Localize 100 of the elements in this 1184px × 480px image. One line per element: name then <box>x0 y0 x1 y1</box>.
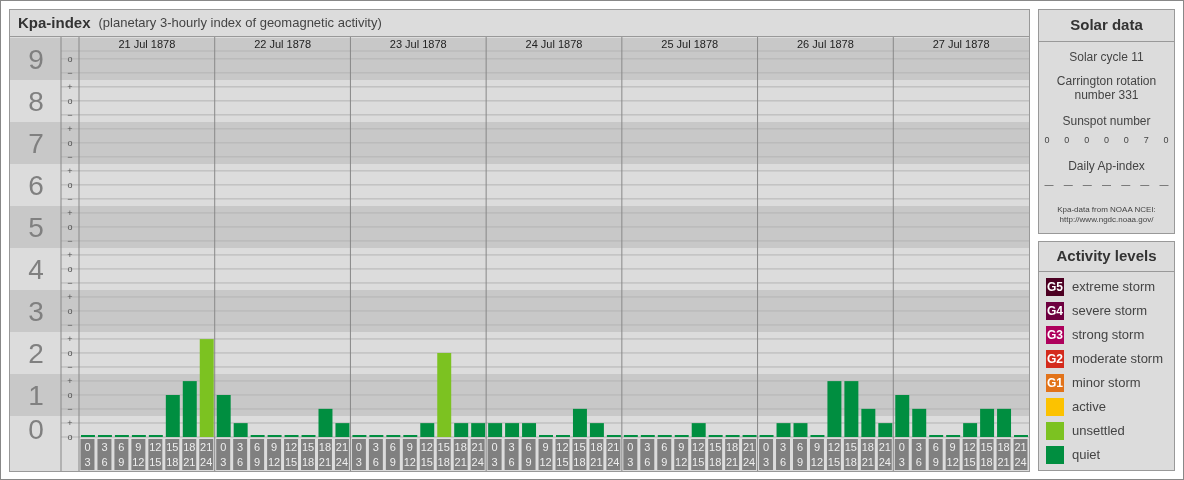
kp-minor-mark: − <box>67 193 73 204</box>
x-tick-label: 6 9 <box>389 441 396 468</box>
level-label: active <box>1072 397 1106 416</box>
time-slot-label: 18 21 <box>860 439 875 470</box>
ap-value: — <box>1082 179 1092 192</box>
kp-minor-mark: + <box>67 249 73 260</box>
x-tick-label: 3 6 <box>101 441 108 468</box>
x-tick-label: 3 6 <box>915 441 922 468</box>
level-label: unsettled <box>1072 421 1125 440</box>
sunspot-value: 0 <box>1044 133 1050 147</box>
sunspot-value: 0 <box>1064 133 1070 147</box>
kp-minor-mark: o <box>67 390 73 400</box>
time-slot-label: 18 21 <box>996 439 1011 470</box>
kp-minor-mark: − <box>67 109 73 120</box>
day-label: 27 Jul 1878 <box>932 38 990 50</box>
time-slot-label: 12 15 <box>284 439 299 470</box>
level-label: severe storm <box>1072 301 1148 320</box>
day-label: 22 Jul 1878 <box>254 38 311 50</box>
kp-minor-mark: o <box>67 347 73 358</box>
kp-minor-mark: − <box>67 235 73 246</box>
day-label: 24 Jul 1878 <box>525 38 583 50</box>
time-slot-label: 15 18 <box>979 439 994 470</box>
time-slot-label: 21 24 <box>334 439 349 470</box>
time-slot-label: 3 6 <box>97 439 112 470</box>
kp-axis-label: 9 <box>28 43 44 75</box>
ap-value: — <box>1044 179 1054 192</box>
time-slot-label: 21 24 <box>742 439 757 470</box>
kp-minor-mark: o <box>67 53 73 64</box>
panel-title: Solar data <box>1039 10 1174 42</box>
time-slot-label: 15 18 <box>165 439 180 470</box>
time-slot-label: 0 3 <box>216 439 231 470</box>
sunspot-value: 7 <box>1143 133 1149 147</box>
level-label: quiet <box>1072 445 1101 464</box>
kp-minor-mark: − <box>67 151 73 162</box>
x-tick-label: 0 3 <box>627 441 634 468</box>
time-slot-label: 0 3 <box>487 439 502 470</box>
ap-index-label: Daily Ap-index <box>1068 158 1145 175</box>
x-tick-label: 6 9 <box>525 441 532 468</box>
kp-minor-mark: + <box>67 418 73 428</box>
source-link[interactable]: http://www.ngdc.noaa.gov/ <box>1059 214 1154 225</box>
time-slot-label: 3 6 <box>233 439 248 470</box>
time-slot-label: 15 18 <box>708 439 723 470</box>
x-tick-label: 6 9 <box>932 441 939 468</box>
carrington-rotation-text: Carrington rotation number 331 <box>1055 73 1158 102</box>
kp-minor-mark: + <box>67 333 73 344</box>
day-label: 23 Jul 1878 <box>389 38 447 50</box>
kp-minor-mark: o <box>67 305 73 316</box>
time-slot-label: 12 15 <box>691 439 706 470</box>
sunspot-value: 0 <box>1163 133 1169 147</box>
time-slot-label: 9 12 <box>945 439 960 470</box>
time-slot-label: 6 9 <box>521 439 536 470</box>
time-slot-label: 9 12 <box>809 439 824 470</box>
level-badge: G1 <box>1046 373 1064 392</box>
day-label: 25 Jul 1878 <box>661 38 719 50</box>
kp-minor-mark: + <box>67 81 73 92</box>
time-slot-label: 9 12 <box>674 439 689 470</box>
sunspot-value: 0 <box>1104 133 1109 147</box>
time-slot-label: 0 3 <box>894 439 909 470</box>
x-tick-label: 3 6 <box>508 441 515 468</box>
kp-axis-label: 3 <box>28 295 44 327</box>
time-slot-label: 3 6 <box>911 439 926 470</box>
time-slot-label: 21 24 <box>199 439 214 470</box>
kp-minor-mark: o <box>67 137 73 148</box>
x-tick-label: 0 3 <box>898 441 905 468</box>
time-slot-label: 18 21 <box>453 439 468 470</box>
x-tick-label: 0 3 <box>762 441 770 468</box>
x-tick-label: 3 6 <box>372 441 379 468</box>
time-slot-label: 6 9 <box>385 439 400 470</box>
time-slot-label: 21 24 <box>470 439 485 470</box>
kp-minor-mark: o <box>67 263 73 274</box>
ap-value: — <box>1121 179 1131 192</box>
time-slot-label: 9 12 <box>402 439 417 470</box>
ap-value: — <box>1063 179 1073 192</box>
panel-subtitle: (planetary 3-hourly index of geomagnetic activity) <box>98 14 382 33</box>
time-slot-label: 12 15 <box>555 439 570 470</box>
time-slot-label: 6 9 <box>250 439 265 470</box>
time-slot-label: 21 24 <box>877 439 892 470</box>
time-slot-label: 0 3 <box>351 439 366 470</box>
time-slot-label: 18 21 <box>182 439 197 470</box>
x-tick-label: 3 6 <box>237 441 244 468</box>
time-slot-label: 9 12 <box>538 439 553 470</box>
kp-minor-mark: − <box>67 67 73 78</box>
time-slot-label: 9 12 <box>131 439 146 470</box>
time-slot-label: 3 6 <box>368 439 383 470</box>
time-slot-label: 3 6 <box>776 439 790 470</box>
kp-axis-label: 5 <box>28 211 44 243</box>
x-tick-label: 6 9 <box>118 441 125 468</box>
x-tick-label: 0 3 <box>84 441 91 468</box>
level-badge: G2 <box>1046 349 1064 368</box>
x-tick-label: 0 3 <box>491 441 498 468</box>
time-slot-label: 15 18 <box>843 439 858 470</box>
time-slot-label: 0 3 <box>80 439 95 470</box>
solar-cycle-text: Solar cycle 11 <box>1069 48 1144 66</box>
time-slot-label: 12 15 <box>419 439 434 470</box>
sunspot-label: Sunspot number <box>1062 112 1151 130</box>
kp-minor-mark: + <box>67 123 73 134</box>
time-slot-label: 15 18 <box>572 439 587 470</box>
level-badge: G3 <box>1046 325 1064 344</box>
day-label: 21 Jul 1878 <box>118 38 176 50</box>
kp-minor-mark: + <box>67 376 73 386</box>
